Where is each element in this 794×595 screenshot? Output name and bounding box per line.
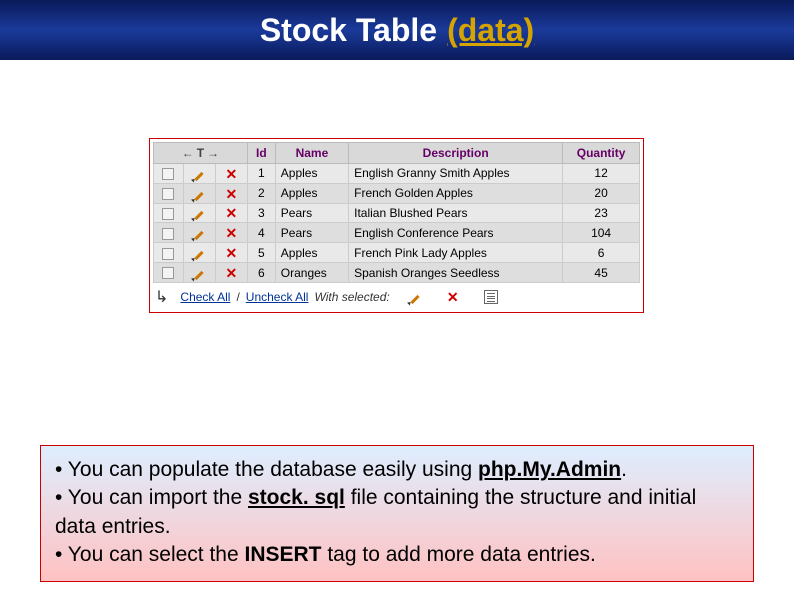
cell-description: French Golden Apples — [349, 183, 563, 203]
pencil-icon[interactable] — [192, 206, 206, 220]
cell-quantity: 12 — [563, 164, 640, 184]
note-line-2: • You can import the stock. sql file con… — [55, 484, 741, 541]
title-main: Stock Table — [260, 12, 437, 49]
sort-arrows-icon: ←T→ — [182, 146, 219, 160]
row-delete-cell[interactable]: ✕ — [215, 183, 247, 203]
row-delete-cell[interactable]: ✕ — [215, 263, 247, 283]
checkbox-icon[interactable] — [162, 228, 174, 240]
row-edit-cell[interactable] — [183, 243, 215, 263]
notes-panel: • You can populate the database easily u… — [40, 445, 754, 582]
delete-icon[interactable]: ✕ — [224, 246, 238, 260]
cell-name: Apples — [275, 243, 348, 263]
row-delete-cell[interactable]: ✕ — [215, 243, 247, 263]
table-footer: ↳ Check All / Uncheck All With selected:… — [153, 283, 640, 309]
delete-icon[interactable]: ✕ — [224, 206, 238, 220]
row-checkbox-cell[interactable] — [154, 164, 184, 184]
cell-description: English Granny Smith Apples — [349, 164, 563, 184]
note-line-1: • You can populate the database easily u… — [55, 456, 741, 484]
pencil-icon[interactable] — [192, 187, 206, 201]
cell-quantity: 104 — [563, 223, 640, 243]
row-checkbox-cell[interactable] — [154, 203, 184, 223]
delete-icon[interactable]: ✕ — [224, 167, 238, 181]
col-name[interactable]: Name — [275, 143, 348, 164]
cell-id: 5 — [247, 243, 275, 263]
delete-selected-icon[interactable]: ✕ — [446, 290, 460, 304]
cell-name: Apples — [275, 183, 348, 203]
row-delete-cell[interactable]: ✕ — [215, 223, 247, 243]
export-selected-icon[interactable] — [484, 290, 498, 304]
table-row: ✕ 2ApplesFrench Golden Apples20 — [154, 183, 640, 203]
row-edit-cell[interactable] — [183, 223, 215, 243]
phpmyadmin-ref: php.My.Admin — [478, 458, 621, 481]
edit-selected-icon[interactable] — [408, 290, 422, 304]
delete-icon[interactable]: ✕ — [224, 226, 238, 240]
stock-sql-ref: stock. sql — [248, 486, 345, 509]
insert-ref: INSERT — [245, 543, 322, 566]
title-bar: Stock Table (data) — [0, 0, 794, 60]
cell-description: Italian Blushed Pears — [349, 203, 563, 223]
cell-id: 1 — [247, 164, 275, 184]
cell-id: 3 — [247, 203, 275, 223]
cell-name: Apples — [275, 164, 348, 184]
cell-quantity: 20 — [563, 183, 640, 203]
table-row: ✕ 4PearsEnglish Conference Pears104 — [154, 223, 640, 243]
separator: / — [236, 290, 239, 304]
row-delete-cell[interactable]: ✕ — [215, 203, 247, 223]
row-checkbox-cell[interactable] — [154, 243, 184, 263]
checkbox-icon[interactable] — [162, 248, 174, 260]
row-checkbox-cell[interactable] — [154, 223, 184, 243]
uncheck-all-link[interactable]: Uncheck All — [246, 290, 309, 304]
pencil-icon[interactable] — [192, 226, 206, 240]
checkbox-icon[interactable] — [162, 208, 174, 220]
row-edit-cell[interactable] — [183, 263, 215, 283]
with-selected-label: With selected: — [314, 290, 389, 304]
cell-description: French Pink Lady Apples — [349, 243, 563, 263]
row-edit-cell[interactable] — [183, 164, 215, 184]
title-sub: (data) — [447, 12, 534, 49]
table-row: ✕ 6OrangesSpanish Oranges Seedless45 — [154, 263, 640, 283]
checkbox-icon[interactable] — [162, 267, 174, 279]
table-row: ✕ 1ApplesEnglish Granny Smith Apples12 — [154, 164, 640, 184]
cell-name: Pears — [275, 223, 348, 243]
pencil-icon[interactable] — [192, 246, 206, 260]
cell-id: 6 — [247, 263, 275, 283]
cell-quantity: 23 — [563, 203, 640, 223]
pencil-icon[interactable] — [192, 266, 206, 280]
row-edit-cell[interactable] — [183, 183, 215, 203]
checkbox-icon[interactable] — [162, 188, 174, 200]
col-id[interactable]: Id — [247, 143, 275, 164]
row-checkbox-cell[interactable] — [154, 183, 184, 203]
select-arrow-icon: ↳ — [155, 287, 168, 307]
table-row: ✕ 5ApplesFrench Pink Lady Apples6 — [154, 243, 640, 263]
cell-id: 4 — [247, 223, 275, 243]
stock-table-panel: ←T→ Id Name Description Quantity ✕1Apple… — [149, 138, 644, 313]
check-all-link[interactable]: Check All — [180, 290, 230, 304]
row-edit-cell[interactable] — [183, 203, 215, 223]
actions-header: ←T→ — [154, 143, 248, 164]
row-checkbox-cell[interactable] — [154, 263, 184, 283]
row-delete-cell[interactable]: ✕ — [215, 164, 247, 184]
cell-id: 2 — [247, 183, 275, 203]
delete-icon[interactable]: ✕ — [224, 187, 238, 201]
cell-quantity: 6 — [563, 243, 640, 263]
col-quantity[interactable]: Quantity — [563, 143, 640, 164]
checkbox-icon[interactable] — [162, 168, 174, 180]
col-description[interactable]: Description — [349, 143, 563, 164]
stock-table: ←T→ Id Name Description Quantity ✕1Apple… — [153, 142, 640, 283]
note-line-3: • You can select the INSERT tag to add m… — [55, 541, 741, 569]
cell-description: English Conference Pears — [349, 223, 563, 243]
cell-quantity: 45 — [563, 263, 640, 283]
cell-description: Spanish Oranges Seedless — [349, 263, 563, 283]
delete-icon[interactable]: ✕ — [224, 266, 238, 280]
table-row: ✕ 3PearsItalian Blushed Pears23 — [154, 203, 640, 223]
cell-name: Pears — [275, 203, 348, 223]
pencil-icon[interactable] — [192, 167, 206, 181]
cell-name: Oranges — [275, 263, 348, 283]
